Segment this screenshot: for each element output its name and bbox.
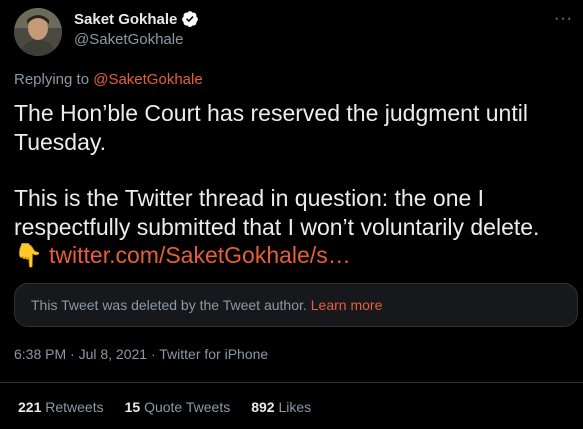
retweets-label: Retweets xyxy=(45,399,104,415)
quote-tweets-count: 15 xyxy=(124,399,141,415)
replying-prefix: Replying to xyxy=(14,71,94,88)
tweet-header: Saket Gokhale @SaketGokhale ··· xyxy=(14,8,573,58)
divider xyxy=(0,382,583,383)
replying-handle-link[interactable]: @SaketGokhale xyxy=(93,71,202,88)
engagement-stats: 221 Retweets 15 Quote Tweets 892 Likes xyxy=(18,399,332,415)
tweet-line-1: The Hon’ble Court has reserved the judgm… xyxy=(14,100,528,155)
pointing-down-emoji: 👇 xyxy=(14,242,43,268)
tweet-body: The Hon’ble Court has reserved the judgm… xyxy=(14,99,574,270)
likes-count: 892 xyxy=(251,399,275,415)
likes-label: Likes xyxy=(278,399,312,415)
deleted-tweet-card: This Tweet was deleted by the Tweet auth… xyxy=(14,283,578,327)
author-handle[interactable]: @SaketGokhale xyxy=(74,31,183,48)
quote-tweets-stat[interactable]: 15 Quote Tweets xyxy=(125,399,231,415)
tweet-line-2: This is the Twitter thread in question: … xyxy=(14,184,574,270)
replying-to: Replying to @SaketGokhale xyxy=(14,71,203,88)
author-name-line: Saket Gokhale xyxy=(74,10,199,28)
quote-tweets-label: Quote Tweets xyxy=(144,399,231,415)
tweet-line-2-text: This is the Twitter thread in question: … xyxy=(14,185,540,240)
retweets-count: 221 xyxy=(18,399,42,415)
avatar-image xyxy=(14,8,62,56)
deleted-notice-text: This Tweet was deleted by the Tweet auth… xyxy=(31,297,307,313)
verified-badge-icon xyxy=(182,11,199,27)
likes-stat[interactable]: 892 Likes xyxy=(251,399,311,415)
learn-more-link[interactable]: Learn more xyxy=(311,297,383,313)
avatar[interactable] xyxy=(14,8,62,56)
retweets-stat[interactable]: 221 Retweets xyxy=(18,399,104,415)
tweet-meta: 6:38 PM · Jul 8, 2021 · Twitter for iPho… xyxy=(14,346,269,362)
tweet-link[interactable]: twitter.com/SaketGokhale/s… xyxy=(49,242,351,268)
more-options-icon[interactable]: ··· xyxy=(554,10,573,28)
author-name[interactable]: Saket Gokhale xyxy=(74,11,177,28)
